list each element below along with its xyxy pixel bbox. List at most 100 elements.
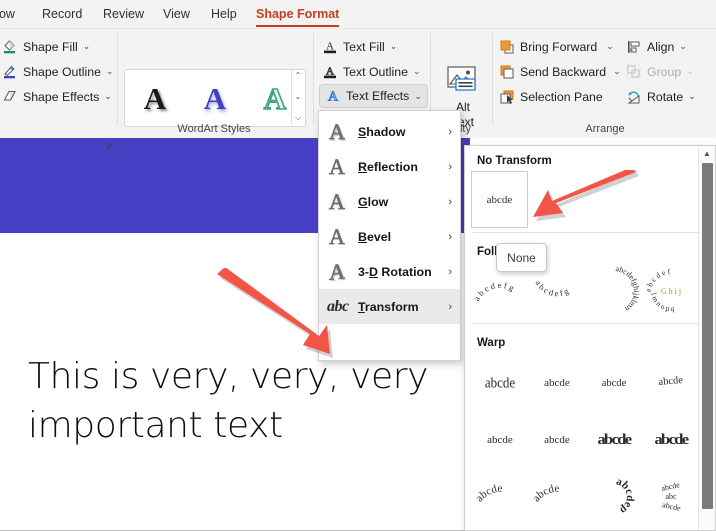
transform-thumb-cascade-up[interactable]: abcde: [471, 410, 528, 467]
triangle-up-icon: abcde: [473, 362, 527, 402]
chevron-down-icon[interactable]: ⌄: [106, 66, 114, 77]
menu-item-reflection-label: Reflection: [358, 160, 418, 174]
transform-thumb-circle[interactable]: abcdefghijklmn: [585, 262, 642, 319]
triangle-down-icon: abcde: [530, 362, 584, 402]
shape-fill-button[interactable]: Shape Fill ⌄: [2, 35, 90, 58]
text-fill-button[interactable]: A Text Fill ⌄: [322, 35, 397, 58]
warp-row-3: abcde abcde abcdep abcde abc abc: [465, 467, 715, 524]
wordart-preview-2[interactable]: A: [204, 83, 226, 114]
tab-review[interactable]: Review: [103, 4, 144, 24]
svg-text:a b c d e f g: a b c d e f g: [533, 278, 570, 298]
section-heading-warp: Warp: [465, 328, 715, 353]
transform-thumb-triangle-up[interactable]: abcde: [471, 353, 528, 410]
menu-item-bevel[interactable]: A Bevel ›: [319, 219, 460, 254]
align-button[interactable]: Align ⌄: [626, 35, 687, 58]
wordart-shadow-icon: A: [327, 121, 347, 143]
menu-item-reflection[interactable]: A Reflection ›: [319, 149, 460, 184]
transform-thumb-none[interactable]: abcde: [471, 171, 528, 228]
transform-gallery-flyout[interactable]: No Transform abcde Follow Path a b c d e…: [464, 145, 716, 531]
wordart-styles-gallery[interactable]: A A A: [124, 69, 306, 127]
transform-gallery-scrollbar[interactable]: ▲: [698, 146, 715, 530]
text-outline-icon: A: [322, 64, 338, 80]
chevron-down-icon[interactable]: ⌄: [613, 66, 621, 77]
menu-item-3d-rotation[interactable]: A 3-D Rotation ›: [319, 254, 460, 289]
transform-thumb-inflate-bottom[interactable]: abcde: [642, 410, 699, 467]
shape-styles-dialog-launcher[interactable]: ✐: [106, 142, 114, 153]
arch-up-icon: a b c d e f g: [473, 265, 527, 317]
section-heading-no-transform: No Transform: [465, 146, 715, 171]
slide-body-text[interactable]: This is very, very, very important text: [28, 352, 458, 450]
tab-help[interactable]: Help: [211, 4, 237, 24]
transform-thumb-deflate-inflate[interactable]: abcdep: [585, 467, 642, 524]
shape-outline-button[interactable]: Shape Outline ⌄: [2, 60, 113, 83]
chevron-up-icon: abcde: [587, 362, 641, 402]
shape-fill-icon: [2, 39, 18, 55]
tab-view[interactable]: View: [163, 4, 190, 24]
alt-text-icon: [445, 65, 481, 98]
chevron-down-icon[interactable]: ⌄: [606, 41, 614, 52]
group-button[interactable]: Group ⌄: [626, 60, 694, 83]
text-effects-icon: A: [325, 88, 341, 104]
inflate-bottom-icon: abcde: [644, 419, 698, 459]
svg-text:abcde: abcde: [661, 500, 682, 513]
chevron-down-icon[interactable]: ⌄: [414, 91, 422, 102]
wordart-gallery-scroll[interactable]: ⌃ ⌄ ⌵: [291, 70, 304, 124]
warp-row-2: abcde abcde abcde abcde: [465, 410, 715, 467]
selection-pane-button[interactable]: Selection Pane: [499, 85, 603, 108]
bring-forward-label: Bring Forward: [520, 40, 597, 54]
bring-forward-button[interactable]: Bring Forward ⌄: [499, 35, 614, 58]
cascade-down-icon: abcde: [530, 419, 584, 459]
wordart-preview-1[interactable]: A: [144, 83, 166, 114]
chevron-down-icon[interactable]: ⌄: [679, 41, 687, 52]
menu-item-glow[interactable]: A Glow ›: [319, 184, 460, 219]
scrollbar-thumb[interactable]: [702, 163, 713, 509]
shape-effects-button[interactable]: Shape Effects ⌄: [2, 85, 112, 108]
transform-thumb-deflate-bottom[interactable]: abcde: [528, 467, 585, 524]
transform-thumb-triangle-down[interactable]: abcde: [528, 353, 585, 410]
gallery-more-icon[interactable]: ⌵: [295, 114, 301, 122]
chevron-down-icon[interactable]: ⌄: [390, 41, 398, 52]
transform-thumb-deflate[interactable]: abcde: [471, 467, 528, 524]
svg-text:abcde: abcde: [597, 431, 632, 447]
transform-thumb-chevron-down[interactable]: abcde: [642, 353, 699, 410]
align-label: Align: [647, 40, 674, 54]
deflate-inflate-icon: abcdep: [587, 476, 641, 516]
svg-text:abcde: abcde: [473, 482, 502, 504]
svg-text:abcde: abcde: [484, 375, 514, 391]
chevron-down-icon[interactable]: ⌄: [688, 91, 696, 102]
scroll-up-icon[interactable]: ▲: [699, 146, 715, 161]
transform-thumb-cascade-down[interactable]: abcde: [528, 410, 585, 467]
svg-text:abcde: abcde: [530, 482, 559, 504]
gallery-scroll-up-icon[interactable]: ⌃: [295, 72, 302, 80]
chevron-right-icon: ›: [448, 196, 452, 208]
menu-item-shadow[interactable]: A Shadow ›: [319, 114, 460, 149]
menu-item-glow-label: Glow: [358, 195, 388, 209]
chevron-right-icon: ›: [448, 126, 452, 138]
wordart-reflection-icon: A: [327, 156, 347, 178]
rotate-button[interactable]: Rotate ⌄: [626, 85, 696, 108]
tab-slide-show[interactable]: how: [0, 4, 15, 24]
shape-effects-icon: [2, 89, 18, 105]
text-outline-button[interactable]: A Text Outline ⌄: [322, 60, 420, 83]
tab-shape-format[interactable]: Shape Format: [256, 4, 339, 24]
text-effects-button[interactable]: A Text Effects ⌄: [319, 84, 428, 108]
transform-thumb-inflate[interactable]: abcde: [585, 410, 642, 467]
rotate-icon: [626, 89, 642, 105]
menu-item-transform[interactable]: abc Transform ›: [319, 289, 460, 324]
chevron-down-icon[interactable]: ⌄: [686, 66, 694, 77]
selection-pane-label: Selection Pane: [520, 90, 603, 104]
tab-record[interactable]: Record: [42, 4, 82, 24]
align-icon: [626, 39, 642, 55]
shape-outline-label: Shape Outline: [23, 65, 101, 79]
chevron-down-icon[interactable]: ⌄: [104, 91, 112, 102]
chevron-down-icon[interactable]: ⌄: [83, 41, 91, 52]
wordart-preview-3[interactable]: A: [264, 83, 286, 114]
transform-thumb-deflate-inflate-deflate[interactable]: abcde abc abcde: [642, 467, 699, 524]
transform-thumb-button[interactable]: a b c d e f G h i j l m n o p q: [642, 262, 699, 319]
wordart-preview-3-glyph: A: [264, 81, 286, 116]
gallery-scroll-down-icon[interactable]: ⌄: [295, 93, 302, 101]
send-backward-button[interactable]: Send Backward ⌄: [499, 60, 621, 83]
chevron-down-icon[interactable]: ⌄: [413, 66, 421, 77]
transform-thumb-chevron-up[interactable]: abcde: [585, 353, 642, 410]
text-effects-menu[interactable]: A Shadow › A Reflection › A Glow › A Bev…: [318, 110, 461, 361]
